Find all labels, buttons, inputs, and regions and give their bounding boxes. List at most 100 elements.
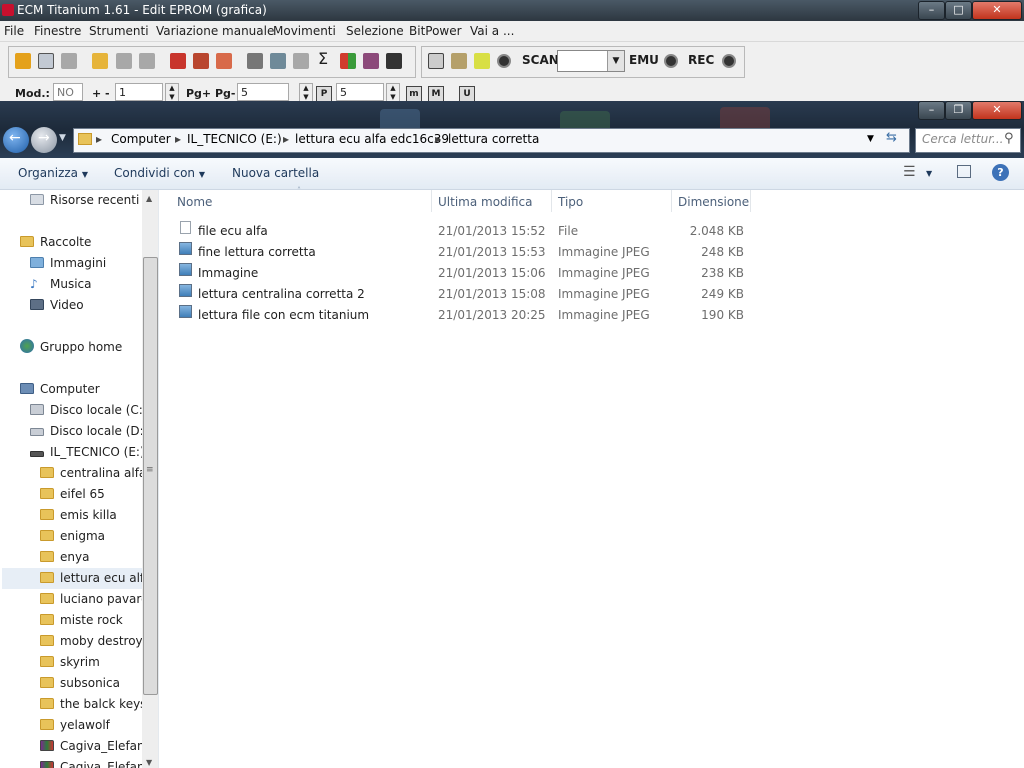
scroll-down-icon[interactable]: ▼	[146, 758, 152, 767]
nav-item-pictures[interactable]: Immagini	[30, 253, 106, 274]
nav-item-folder[interactable]: skyrim	[40, 652, 100, 673]
binoculars-icon[interactable]	[386, 53, 402, 69]
runner-icon[interactable]	[474, 53, 490, 69]
emu-knob-icon[interactable]	[664, 54, 678, 68]
breadcrumb-sep[interactable]: ▸	[283, 132, 289, 146]
p-icon[interactable]: P	[316, 86, 332, 102]
recent-pages-dropdown[interactable]: ▼	[59, 133, 66, 143]
lock-icon[interactable]	[451, 53, 467, 69]
edit-icon[interactable]	[193, 53, 209, 69]
column-separator[interactable]	[750, 190, 751, 212]
sum-icon[interactable]: Σ	[318, 49, 328, 68]
nav-item-folder[interactable]: eifel 65	[40, 484, 105, 505]
nav-item-folder[interactable]: yelawolf	[40, 715, 110, 736]
close-button[interactable]: ✕	[972, 1, 1022, 20]
breadcrumb-sep[interactable]: ▸	[435, 132, 441, 146]
column-header-name[interactable]: Nome	[177, 190, 212, 214]
view-dropdown-icon[interactable]: ▼	[926, 169, 932, 178]
page-spinner[interactable]: ▲ ▼	[299, 83, 313, 103]
menu-movimenti[interactable]: Movimenti	[273, 24, 336, 38]
file-row[interactable]: lettura centralina corretta 2 21/01/2013…	[176, 284, 748, 305]
column-header-modified[interactable]: Ultima modifica	[438, 190, 533, 214]
nav-item-video[interactable]: Video	[30, 295, 84, 316]
nav-scrollbar[interactable]: ▲ ≡ ▼	[142, 190, 158, 768]
explorer-close-button[interactable]: ✕	[972, 101, 1022, 120]
maximize-button[interactable]: □	[945, 1, 972, 20]
column-separator[interactable]	[551, 190, 552, 212]
breadcrumb-sep[interactable]: ▸	[175, 132, 181, 146]
page-icon[interactable]	[61, 53, 77, 69]
menu-selezione[interactable]: Selezione	[346, 24, 404, 38]
minimize-button[interactable]: –	[918, 1, 945, 20]
menu-finestre[interactable]: Finestre	[34, 24, 81, 38]
nav-item-libraries[interactable]: Raccolte	[20, 232, 91, 253]
search-box[interactable]: Cerca lettur... ⚲	[915, 128, 1021, 153]
save-icon[interactable]	[116, 53, 132, 69]
nav-item-folder[interactable]: miste rock	[40, 610, 123, 631]
scroll-up-icon[interactable]: ▲	[146, 194, 152, 203]
explorer-minimize-button[interactable]: –	[918, 101, 945, 120]
new-folder-button[interactable]: Nuova cartella	[232, 166, 319, 180]
p-field[interactable]: 5	[336, 83, 384, 101]
nav-item-folder[interactable]: the balck keys	[40, 694, 146, 715]
column-header-size[interactable]: Dimensione	[678, 190, 749, 214]
p-spinner[interactable]: ▲ ▼	[386, 83, 400, 103]
tools-icon[interactable]	[293, 53, 309, 69]
nav-item-homegroup[interactable]: Gruppo home	[20, 337, 122, 358]
step-spinner[interactable]: ▲ ▼	[165, 83, 179, 103]
menu-file[interactable]: File	[4, 24, 24, 38]
file-row[interactable]: lettura file con ecm titanium 21/01/2013…	[176, 305, 748, 326]
rec-knob-icon[interactable]	[722, 54, 736, 68]
nav-item-archive[interactable]: Cagiva_Elefant_	[40, 757, 142, 768]
u-icon[interactable]: U	[459, 86, 475, 102]
battery-icon[interactable]	[270, 53, 286, 69]
preview-pane-icon[interactable]	[957, 165, 971, 178]
column-separator[interactable]	[671, 190, 672, 212]
checksum-icon[interactable]	[170, 53, 186, 69]
view-options-icon[interactable]: ☰	[903, 164, 916, 180]
scroll-thumb[interactable]: ≡	[143, 257, 158, 695]
page-field[interactable]: 5	[237, 83, 289, 101]
nav-item-folder[interactable]: enya	[40, 547, 89, 568]
breadcrumb-drive[interactable]: IL_TECNICO (E:)	[187, 132, 282, 146]
graph-icon[interactable]	[363, 53, 379, 69]
file-row[interactable]: fine lettura corretta 21/01/2013 15:53 I…	[176, 242, 748, 263]
nav-item-drive-d[interactable]: Disco locale (D:)	[30, 421, 148, 442]
breadcrumb-sep[interactable]: ▸	[96, 132, 102, 146]
address-bar[interactable]: ▸ Computer ▸ IL_TECNICO (E:) ▸ lettura e…	[73, 128, 910, 153]
explorer-maximize-button[interactable]: ❐	[945, 101, 972, 120]
save-as-icon[interactable]	[139, 53, 155, 69]
search-input[interactable]: Cerca lettur...	[922, 132, 1003, 146]
file-row[interactable]: Immagine 21/01/2013 15:06 Immagine JPEG …	[176, 263, 748, 284]
nav-item-folder[interactable]: emis killa	[40, 505, 117, 526]
nav-item-computer[interactable]: Computer	[20, 379, 100, 400]
column-separator[interactable]	[431, 190, 432, 212]
nav-item-folder[interactable]: moby destroye	[40, 631, 142, 652]
scan-select[interactable]: ▼	[557, 50, 625, 72]
shapes-icon[interactable]	[340, 53, 356, 69]
nav-item-drive-c[interactable]: Disco locale (C:)	[30, 400, 148, 421]
file-row[interactable]: file ecu alfa 21/01/2013 15:52 File 2.04…	[176, 221, 748, 242]
forward-button[interactable]: →	[31, 127, 57, 153]
share-button[interactable]: Condividi con ▼	[114, 166, 205, 180]
help-icon[interactable]: ?	[992, 164, 1009, 181]
address-dropdown-icon[interactable]: ▼	[867, 134, 874, 144]
breadcrumb-folder[interactable]: lettura ecu alfa edc16c39	[295, 132, 449, 146]
column-header-type[interactable]: Tipo	[558, 190, 583, 214]
step-field[interactable]: 1	[115, 83, 163, 101]
nav-item-folder[interactable]: enigma	[40, 526, 105, 547]
back-button[interactable]: ←	[3, 127, 29, 153]
menu-bitpower[interactable]: BitPower	[409, 24, 462, 38]
print-icon[interactable]	[247, 53, 263, 69]
breadcrumb-computer[interactable]: Computer	[111, 132, 171, 146]
refresh-icon[interactable]: ⇆	[886, 130, 897, 145]
nav-item-archive[interactable]: Cagiva_Elefant_	[40, 736, 142, 757]
chevron-down-icon[interactable]: ▼	[607, 51, 624, 71]
nav-item-folder[interactable]: luciano pavaro	[40, 589, 142, 610]
menu-variazione[interactable]: Variazione manuale	[156, 24, 274, 38]
nav-item-folder[interactable]: subsonica	[40, 673, 120, 694]
organize-button[interactable]: Organizza ▼	[18, 166, 88, 180]
menu-strumenti[interactable]: Strumenti	[89, 24, 149, 38]
text-icon[interactable]	[428, 53, 444, 69]
nav-item-recent[interactable]: Risorse recenti	[30, 190, 139, 211]
